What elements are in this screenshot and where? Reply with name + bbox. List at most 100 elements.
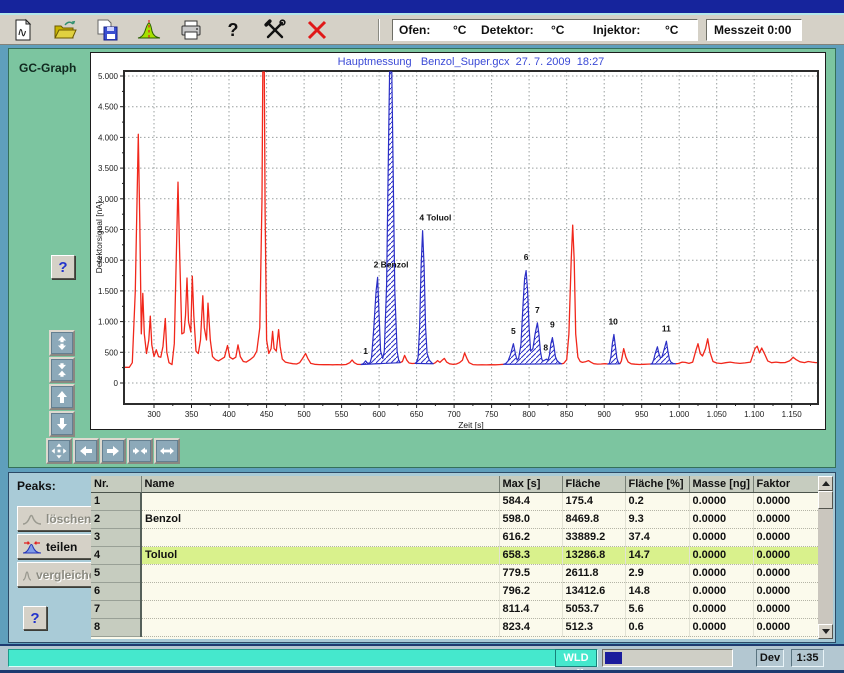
table-row[interactable]: 2Benzol598.08469.89.30.00000.0000: [91, 510, 818, 528]
cell-factor[interactable]: 0.0000: [753, 564, 818, 582]
cell-name[interactable]: Benzol: [141, 510, 499, 528]
cell-name[interactable]: [141, 492, 499, 510]
column-header-4[interactable]: Fläche: [562, 476, 625, 492]
abort-button[interactable]: [304, 17, 330, 43]
print-button[interactable]: [178, 17, 204, 43]
cell-mass[interactable]: 0.0000: [689, 546, 753, 564]
compress-vertical-button[interactable]: [49, 357, 75, 383]
row-number-cell[interactable]: 4: [91, 546, 141, 564]
wld-toggle[interactable]: WLD off: [555, 649, 597, 667]
cell-factor[interactable]: 0.0000: [753, 546, 818, 564]
scrollbar-track[interactable]: [818, 491, 833, 624]
cell-area[interactable]: 2611.8: [562, 564, 625, 582]
cell-mass[interactable]: 0.0000: [689, 510, 753, 528]
row-number-cell[interactable]: 6: [91, 582, 141, 600]
cell-area_pct[interactable]: 2.9: [625, 564, 689, 582]
row-number-cell[interactable]: 1: [91, 492, 141, 510]
table-row[interactable]: 8823.4512.30.60.00000.0000: [91, 618, 818, 636]
cell-name[interactable]: [141, 582, 499, 600]
chromatogram-button[interactable]: [136, 17, 162, 43]
teilen-button[interactable]: teilen: [17, 534, 95, 559]
column-header-7[interactable]: Faktor: [753, 476, 818, 492]
column-header-2[interactable]: Name: [141, 476, 499, 492]
cell-factor[interactable]: 0.0000: [753, 618, 818, 636]
scroll-up-button[interactable]: [818, 476, 833, 491]
arrow-up-button[interactable]: [49, 384, 75, 410]
cell-name[interactable]: [141, 528, 499, 546]
vergleichen-button[interactable]: vergleichen: [17, 562, 95, 587]
column-header-1[interactable]: Nr.: [91, 476, 141, 492]
cell-mass[interactable]: 0.0000: [689, 618, 753, 636]
cell-factor[interactable]: 0.0000: [753, 600, 818, 618]
cell-max[interactable]: 598.0: [499, 510, 562, 528]
column-header-6[interactable]: Masse [ng]: [689, 476, 753, 492]
new-document-button[interactable]: [10, 17, 36, 43]
cell-max[interactable]: 811.4: [499, 600, 562, 618]
arrow-right-button[interactable]: [100, 438, 126, 464]
table-scrollbar[interactable]: [818, 476, 833, 639]
table-row[interactable]: 3616.233889.237.40.00000.0000: [91, 528, 818, 546]
cell-area_pct[interactable]: 9.3: [625, 510, 689, 528]
row-number-cell[interactable]: 7: [91, 600, 141, 618]
row-number-cell[interactable]: 2: [91, 510, 141, 528]
cell-max[interactable]: 584.4: [499, 492, 562, 510]
cell-area[interactable]: 13286.8: [562, 546, 625, 564]
cell-mass[interactable]: 0.0000: [689, 528, 753, 546]
table-row[interactable]: 7811.45053.75.60.00000.0000: [91, 600, 818, 618]
cell-max[interactable]: 779.5: [499, 564, 562, 582]
cell-area[interactable]: 175.4: [562, 492, 625, 510]
cell-area_pct[interactable]: 37.4: [625, 528, 689, 546]
scroll-down-button[interactable]: [818, 624, 833, 639]
cell-area[interactable]: 512.3: [562, 618, 625, 636]
compress-horizontal-button[interactable]: [127, 438, 153, 464]
cell-factor[interactable]: 0.0000: [753, 510, 818, 528]
cell-area[interactable]: 5053.7: [562, 600, 625, 618]
cell-area_pct[interactable]: 5.6: [625, 600, 689, 618]
cell-mass[interactable]: 0.0000: [689, 600, 753, 618]
table-row[interactable]: 6796.213412.614.80.00000.0000: [91, 582, 818, 600]
expand-vertical-button[interactable]: [49, 330, 75, 356]
cell-area_pct[interactable]: 14.7: [625, 546, 689, 564]
cell-mass[interactable]: 0.0000: [689, 564, 753, 582]
cell-mass[interactable]: 0.0000: [689, 492, 753, 510]
table-row[interactable]: 4Toluol658.313286.814.70.00000.0000: [91, 546, 818, 564]
cell-max[interactable]: 796.2: [499, 582, 562, 600]
cell-area[interactable]: 33889.2: [562, 528, 625, 546]
expand-horizontal-button[interactable]: [154, 438, 180, 464]
cell-name[interactable]: [141, 618, 499, 636]
cell-factor[interactable]: 0.0000: [753, 582, 818, 600]
column-header-5[interactable]: Fläche [%]: [625, 476, 689, 492]
tools-button[interactable]: [262, 17, 288, 43]
arrow-down-button[interactable]: [49, 411, 75, 437]
table-row[interactable]: 1584.4175.40.20.00000.0000: [91, 492, 818, 510]
table-row[interactable]: 5779.52611.82.90.00000.0000: [91, 564, 818, 582]
tools-icon: [263, 18, 287, 42]
cell-area_pct[interactable]: 0.6: [625, 618, 689, 636]
cell-mass[interactable]: 0.0000: [689, 582, 753, 600]
peaks-help-button[interactable]: ?: [23, 606, 47, 630]
help-button[interactable]: ?: [220, 17, 246, 43]
cell-name[interactable]: [141, 564, 499, 582]
cell-area[interactable]: 8469.8: [562, 510, 625, 528]
cell-name[interactable]: Toluol: [141, 546, 499, 564]
scrollbar-thumb[interactable]: [818, 491, 833, 509]
cell-area_pct[interactable]: 14.8: [625, 582, 689, 600]
cell-factor[interactable]: 0.0000: [753, 528, 818, 546]
arrow-left-button[interactable]: [73, 438, 99, 464]
save-copy-button[interactable]: [94, 17, 120, 43]
cell-factor[interactable]: 0.0000: [753, 492, 818, 510]
move-button[interactable]: [46, 438, 72, 464]
chart-help-button[interactable]: ?: [51, 255, 75, 279]
cell-max[interactable]: 658.3: [499, 546, 562, 564]
cell-name[interactable]: [141, 600, 499, 618]
open-file-button[interactable]: [52, 17, 78, 43]
column-header-3[interactable]: Max [s]: [499, 476, 562, 492]
cell-max[interactable]: 616.2: [499, 528, 562, 546]
row-number-cell[interactable]: 5: [91, 564, 141, 582]
cell-area_pct[interactable]: 0.2: [625, 492, 689, 510]
loeschen-button[interactable]: löschen: [17, 506, 95, 531]
row-number-cell[interactable]: 8: [91, 618, 141, 636]
row-number-cell[interactable]: 3: [91, 528, 141, 546]
cell-area[interactable]: 13412.6: [562, 582, 625, 600]
cell-max[interactable]: 823.4: [499, 618, 562, 636]
